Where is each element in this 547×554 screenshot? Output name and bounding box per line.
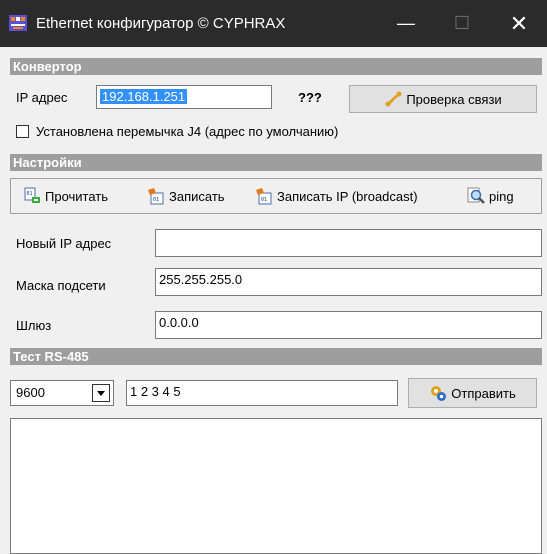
baud-rate-select[interactable]: 9600 bbox=[10, 380, 114, 406]
write-ip-icon: 01 bbox=[255, 187, 273, 205]
read-icon: 01 bbox=[23, 187, 41, 205]
connection-status: ??? bbox=[298, 90, 322, 105]
ping-button[interactable]: ping bbox=[467, 179, 514, 213]
write-ip-broadcast-button[interactable]: 01 Записать IP (broadcast) bbox=[255, 179, 418, 213]
gateway-input[interactable]: 0.0.0.0 bbox=[155, 311, 542, 339]
ping-button-label: ping bbox=[489, 188, 514, 204]
read-button-label: Прочитать bbox=[45, 188, 109, 204]
jumper-label: Установлена перемычка J4 (адрес по умолч… bbox=[36, 124, 339, 139]
ip-address-input[interactable]: 192.168.1.251 bbox=[96, 85, 272, 109]
gateway-label: Шлюз bbox=[16, 318, 52, 333]
rs485-section-header: Тест RS-485 bbox=[10, 348, 542, 365]
svg-text:01: 01 bbox=[261, 197, 267, 203]
title-bar: Ethernet конфигуратор © CYPHRAX — ☐ ✕ bbox=[0, 0, 547, 47]
magnifier-icon bbox=[467, 187, 485, 205]
phone-icon bbox=[384, 90, 402, 108]
new-ip-label: Новый IP адрес bbox=[16, 236, 112, 251]
ip-address-label: IP адрес bbox=[16, 90, 68, 105]
svg-text:01: 01 bbox=[153, 197, 159, 203]
write-button[interactable]: 01 Записать bbox=[147, 179, 225, 213]
gear-send-icon bbox=[429, 384, 447, 402]
baud-rate-value: 9600 bbox=[16, 385, 45, 400]
rs485-log-area[interactable] bbox=[10, 418, 542, 554]
minimize-button[interactable]: — bbox=[378, 0, 434, 47]
dropdown-arrow-button[interactable] bbox=[92, 384, 110, 402]
settings-section-header: Настройки bbox=[10, 154, 542, 171]
minimize-icon: — bbox=[397, 13, 415, 33]
write-ip-broadcast-label: Записать IP (broadcast) bbox=[277, 188, 418, 204]
write-icon: 01 bbox=[147, 187, 165, 205]
rs485-data-input[interactable]: 1 2 3 4 5 bbox=[126, 380, 398, 406]
converter-section-header: Конвертор bbox=[10, 58, 542, 75]
network-app-icon bbox=[8, 14, 28, 32]
send-button-label: Отправить bbox=[451, 385, 516, 401]
check-connection-label: Проверка связи bbox=[406, 91, 502, 107]
close-button[interactable]: ✕ bbox=[491, 0, 547, 47]
chevron-down-icon bbox=[97, 391, 105, 396]
maximize-icon: ☐ bbox=[453, 13, 471, 33]
read-button[interactable]: 01 Прочитать bbox=[23, 179, 108, 213]
window-title: Ethernet конфигуратор © CYPHRAX bbox=[36, 15, 286, 32]
svg-text:01: 01 bbox=[27, 191, 33, 197]
new-ip-input[interactable] bbox=[155, 229, 542, 257]
jumper-checkbox[interactable] bbox=[16, 125, 29, 138]
send-button[interactable]: Отправить bbox=[408, 378, 537, 408]
ip-address-value: 192.168.1.251 bbox=[100, 89, 188, 104]
write-button-label: Записать bbox=[169, 188, 225, 204]
maximize-button[interactable]: ☐ bbox=[434, 0, 490, 47]
subnet-mask-label: Маска подсети bbox=[16, 278, 106, 293]
settings-toolbar: 01 Прочитать 01 Записать 01 Записать IP … bbox=[10, 178, 542, 214]
subnet-mask-input[interactable]: 255.255.255.0 bbox=[155, 268, 542, 296]
close-icon: ✕ bbox=[509, 11, 529, 36]
check-connection-button[interactable]: Проверка связи bbox=[349, 85, 537, 113]
